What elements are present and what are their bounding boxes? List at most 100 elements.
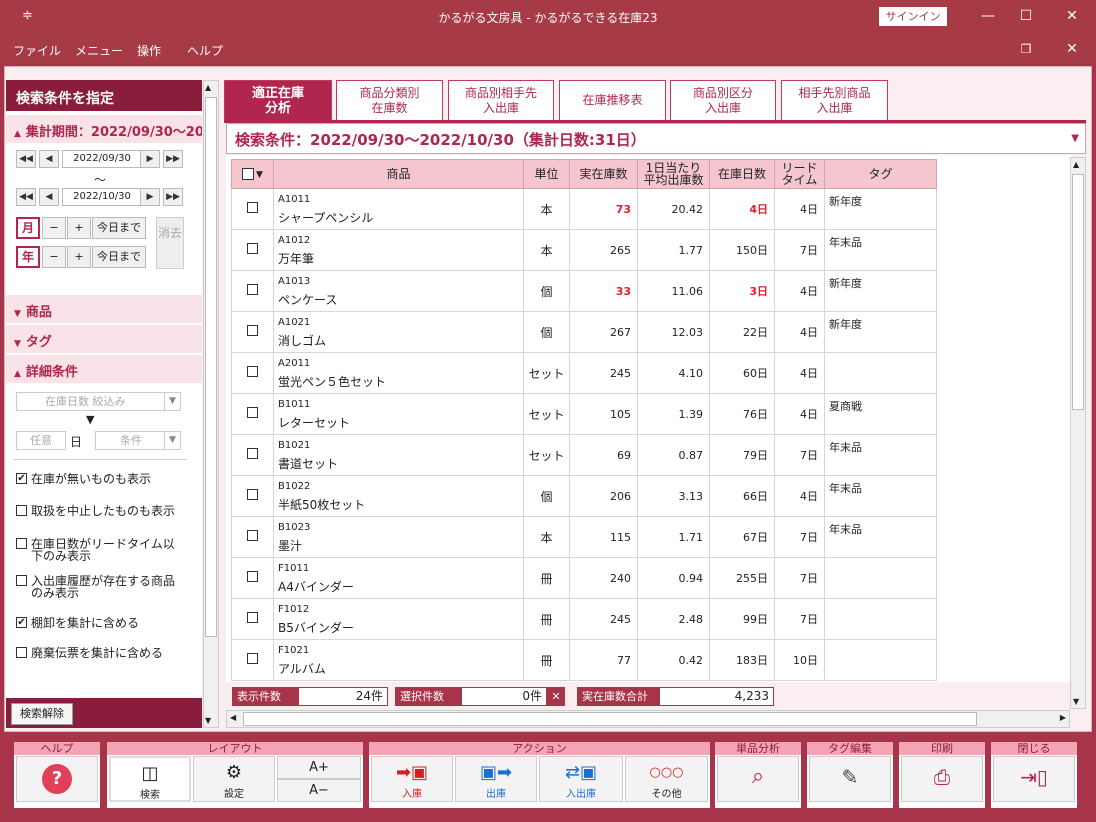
table-row[interactable]: F1012 B5バインダー 冊 245 2.48 99日 7日 (231, 598, 937, 640)
table-row[interactable]: A1011 シャープペンシル本 73 20.42 4日 4日 新年度 (231, 188, 937, 230)
close-button[interactable]: ⇥▯ (993, 756, 1075, 802)
month-plus-button[interactable]: + (67, 217, 91, 239)
table-row[interactable]: A1012 万年筆 本 265 1.77 150日 7日 年末品 (231, 229, 937, 271)
select-all-header[interactable]: ▼ (231, 159, 274, 189)
row-checkbox[interactable] (231, 434, 274, 476)
close-icon[interactable]: ✕ (1057, 5, 1087, 27)
minimize-icon[interactable]: — (973, 5, 1003, 27)
scroll-thumb[interactable] (243, 712, 977, 726)
month-today-button[interactable]: 今日まで (92, 217, 146, 239)
tag-edit-button[interactable]: ✎ (809, 756, 891, 802)
checkbox-icon[interactable] (247, 448, 258, 459)
tab-partner-product[interactable]: 相手先別商品 入出庫 (781, 80, 888, 120)
checkbox-icon[interactable] (247, 530, 258, 541)
font-down-button[interactable]: A− (277, 779, 361, 802)
tab-optimal-stock[interactable]: 適正在庫 分析 (224, 80, 332, 120)
reset-search-button[interactable]: 検索解除 (11, 703, 73, 725)
row-checkbox[interactable] (231, 352, 274, 394)
stock-out-button[interactable]: ▣➡ 出庫 (455, 756, 537, 802)
row-checkbox[interactable] (231, 598, 274, 640)
search-layout-button[interactable]: ◫ 検索 (109, 756, 191, 802)
month-minus-button[interactable]: − (42, 217, 66, 239)
checkbox-icon[interactable] (247, 284, 258, 295)
row-checkbox[interactable] (231, 639, 274, 681)
col-lead-time[interactable]: リード タイム (774, 159, 825, 189)
checkbox-icon[interactable] (247, 407, 258, 418)
table-row[interactable]: F1021 アルバム 冊 77 0.42 183日 10日 (231, 639, 937, 681)
last-icon[interactable]: ▶▶ (163, 188, 183, 206)
single-analysis-button[interactable]: ⌕ (717, 756, 799, 802)
tab-product-partner[interactable]: 商品別相手先 入出庫 (448, 80, 554, 120)
menu-help[interactable]: ヘルプ (187, 42, 223, 59)
checkbox-icon[interactable] (247, 202, 258, 213)
table-row[interactable]: B1021 書道セット セット 69 0.87 79日 7日 年末品 (231, 434, 937, 476)
clear-button[interactable]: 消去 (156, 217, 184, 269)
chevron-down-icon[interactable]: ▼ (1071, 133, 1079, 144)
checkbox-icon[interactable] (247, 653, 258, 664)
scroll-right-icon[interactable]: ▶ (1060, 713, 1066, 722)
settings-button[interactable]: ⚙ 設定 (193, 756, 275, 802)
date-to-field[interactable]: 2022/10/30 (62, 188, 142, 206)
product-section[interactable]: ▼ 商品 (6, 295, 202, 323)
scroll-left-icon[interactable]: ◀ (230, 713, 236, 722)
arbitrary-days-field[interactable]: 任意 (16, 431, 66, 450)
col-tag[interactable]: タグ (824, 159, 937, 189)
condition-select[interactable]: 条件 ▼ (95, 431, 181, 450)
row-checkbox[interactable] (231, 516, 274, 558)
year-plus-button[interactable]: + (67, 246, 91, 268)
tab-category-stock[interactable]: 商品分類別 在庫数 (336, 80, 443, 120)
prev-icon[interactable]: ◀ (39, 150, 59, 168)
table-row[interactable]: A2011 蛍光ペン５色セット セット 245 4.10 60日 4日 (231, 352, 937, 394)
row-checkbox[interactable] (231, 188, 274, 230)
row-checkbox[interactable] (231, 270, 274, 312)
stock-inout-button[interactable]: ⇄▣ 入出庫 (539, 756, 623, 802)
other-button[interactable]: ○○○ その他 (625, 756, 708, 802)
stock-in-button[interactable]: ➡▣ 入庫 (371, 756, 453, 802)
table-row[interactable]: B1022 半紙50枚セット 個 206 3.13 66日 4日 年末品 (231, 475, 937, 517)
show-discontinued-checkbox[interactable]: 取扱を中止したものも表示 (16, 505, 175, 517)
col-stock[interactable]: 実在庫数 (569, 159, 638, 189)
scroll-down-icon[interactable]: ▼ (205, 716, 211, 725)
chevron-down-icon[interactable]: ▼ (256, 170, 263, 180)
scroll-thumb[interactable] (205, 97, 217, 637)
period-section[interactable]: ▲ 集計期間：2022/09/30〜2022/10/30 (6, 115, 202, 143)
scroll-down-icon[interactable]: ▼ (1073, 697, 1079, 706)
menu-menu[interactable]: メニュー (75, 42, 123, 59)
include-inventory-checkbox[interactable]: ✔ 棚卸を集計に含める (16, 617, 139, 629)
lead-time-only-checkbox[interactable]: 在庫日数がリードタイム以 下のみ表示 (16, 538, 175, 562)
checkbox-icon[interactable] (247, 325, 258, 336)
next-icon[interactable]: ▶ (140, 150, 160, 168)
year-minus-button[interactable]: − (42, 246, 66, 268)
year-today-button[interactable]: 今日まで (92, 246, 146, 268)
history-only-checkbox[interactable]: 入出庫履歴が存在する商品 のみ表示 (16, 575, 175, 599)
row-checkbox[interactable] (231, 557, 274, 599)
row-checkbox[interactable] (231, 393, 274, 435)
scroll-thumb[interactable] (1072, 174, 1084, 410)
year-button[interactable]: 年 (16, 246, 40, 268)
table-vscrollbar[interactable]: ▲ ▼ (1070, 157, 1086, 709)
tag-section[interactable]: ▼ タグ (6, 325, 202, 353)
tab-product-division[interactable]: 商品別区分 入出庫 (670, 80, 776, 120)
menu-file[interactable]: ファイル (13, 42, 61, 59)
col-avg-out[interactable]: 1日当たり 平均出庫数 (637, 159, 710, 189)
checkbox-icon[interactable] (247, 243, 258, 254)
scroll-up-icon[interactable]: ▲ (1073, 160, 1079, 169)
checkbox-icon[interactable] (247, 489, 258, 500)
row-checkbox[interactable] (231, 311, 274, 353)
col-stock-days[interactable]: 在庫日数 (709, 159, 775, 189)
clear-selection-icon[interactable]: ✕ (547, 687, 565, 706)
row-checkbox[interactable] (231, 475, 274, 517)
table-hscrollbar[interactable]: ◀ ▶ (226, 710, 1070, 728)
stock-days-filter-select[interactable]: 在庫日数 絞込み ▼ (16, 392, 181, 411)
table-row[interactable]: A1013 ペンケース 個 33 11.06 3日 4日 新年度 (231, 270, 937, 312)
month-button[interactable]: 月 (16, 217, 40, 239)
detail-section[interactable]: ▲ 詳細条件 (6, 355, 202, 383)
last-icon[interactable]: ▶▶ (163, 150, 183, 168)
close-doc-icon[interactable]: ✕ (1057, 38, 1087, 60)
signin-button[interactable]: サインイン (879, 7, 947, 26)
help-button[interactable]: ? (16, 756, 98, 802)
checkbox-icon[interactable] (247, 612, 258, 623)
col-unit[interactable]: 単位 (523, 159, 570, 189)
tab-stock-trend[interactable]: 在庫推移表 (559, 80, 666, 120)
scroll-up-icon[interactable]: ▲ (205, 83, 211, 92)
